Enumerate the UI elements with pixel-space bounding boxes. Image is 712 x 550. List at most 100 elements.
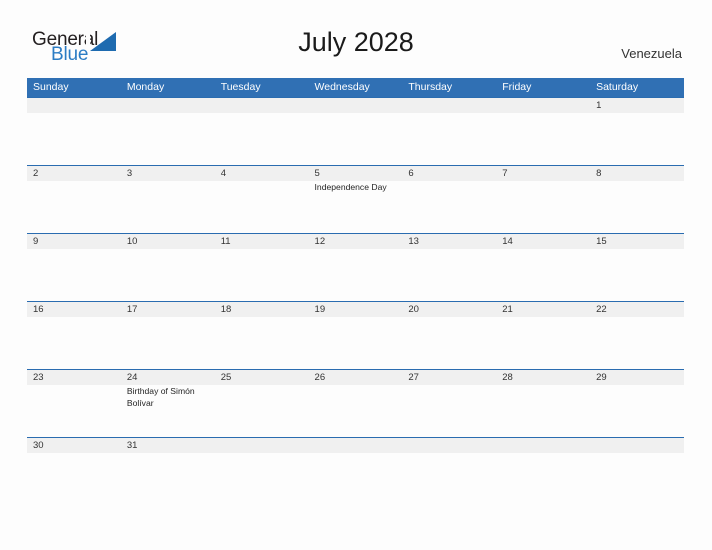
day-event — [309, 385, 403, 437]
weekday-header-saturday: Saturday — [596, 81, 639, 93]
day-number[interactable]: 11 — [215, 234, 309, 249]
day-event — [402, 113, 496, 165]
day-number[interactable] — [309, 98, 403, 113]
event-band — [27, 249, 684, 301]
day-number[interactable]: 31 — [121, 438, 215, 453]
page-title: July 2028 — [298, 27, 414, 57]
day-number[interactable] — [590, 438, 684, 453]
day-event — [590, 181, 684, 233]
day-number[interactable]: 19 — [309, 302, 403, 317]
day-number[interactable]: 6 — [402, 166, 496, 181]
weekday-header-thursday: Thursday — [408, 81, 453, 93]
day-number[interactable]: 4 — [215, 166, 309, 181]
day-number[interactable]: 9 — [27, 234, 121, 249]
day-number[interactable] — [496, 98, 590, 113]
day-number-band: 30 31 — [27, 438, 684, 453]
day-number[interactable]: 8 — [590, 166, 684, 181]
day-number[interactable]: 30 — [27, 438, 121, 453]
day-number[interactable]: 2 — [27, 166, 121, 181]
day-number-band: 9 10 11 12 13 14 15 — [27, 234, 684, 249]
day-number[interactable]: 24 — [121, 370, 215, 385]
day-number[interactable] — [215, 98, 309, 113]
calendar-grid: Sunday Monday Tuesday Wednesday Thursday… — [27, 78, 684, 474]
day-event — [121, 249, 215, 301]
day-number[interactable]: 20 — [402, 302, 496, 317]
day-event — [496, 453, 590, 474]
day-number[interactable]: 17 — [121, 302, 215, 317]
day-event — [27, 181, 121, 233]
day-number[interactable]: 1 — [590, 98, 684, 113]
event-band: Independence Day — [27, 181, 684, 233]
day-event — [215, 453, 309, 474]
day-event: Independence Day — [314, 182, 387, 192]
day-event — [309, 317, 403, 369]
day-number[interactable] — [402, 98, 496, 113]
day-number[interactable] — [121, 98, 215, 113]
day-number[interactable]: 22 — [590, 302, 684, 317]
day-number[interactable] — [215, 438, 309, 453]
day-number[interactable]: 18 — [215, 302, 309, 317]
weekday-header-row: Sunday Monday Tuesday Wednesday Thursday… — [27, 78, 684, 97]
day-number[interactable]: 3 — [121, 166, 215, 181]
day-event — [402, 181, 496, 233]
day-event — [121, 317, 215, 369]
day-number[interactable]: 12 — [309, 234, 403, 249]
day-number[interactable]: 21 — [496, 302, 590, 317]
day-event — [121, 181, 215, 233]
day-event — [215, 181, 309, 233]
day-event — [215, 249, 309, 301]
day-event — [590, 317, 684, 369]
day-number[interactable]: 10 — [121, 234, 215, 249]
day-event — [496, 181, 590, 233]
week-row: 1 — [27, 97, 684, 165]
day-event — [309, 113, 403, 165]
day-event — [402, 453, 496, 474]
day-number[interactable] — [402, 438, 496, 453]
day-number[interactable]: 5 — [309, 166, 403, 181]
week-row: 2 3 4 5 6 7 8 Independence Day — [27, 165, 684, 233]
event-band — [27, 113, 684, 165]
country-label: Venezuela — [621, 46, 682, 61]
day-event — [27, 113, 121, 165]
day-event — [590, 385, 684, 437]
day-event — [309, 453, 403, 474]
day-event — [496, 113, 590, 165]
week-row: 9 10 11 12 13 14 15 — [27, 233, 684, 301]
day-number[interactable]: 25 — [215, 370, 309, 385]
weekday-header-wednesday: Wednesday — [314, 81, 370, 93]
weekday-header-friday: Friday — [502, 81, 532, 93]
weekday-header-sunday: Sunday — [33, 81, 69, 93]
day-event — [215, 385, 309, 437]
day-event — [496, 249, 590, 301]
page-header: General Blue July 2028 Venezuela — [0, 0, 712, 76]
day-number[interactable] — [309, 438, 403, 453]
day-number-band: 2 3 4 5 6 7 8 — [27, 166, 684, 181]
day-number[interactable]: 27 — [402, 370, 496, 385]
day-number[interactable]: 16 — [27, 302, 121, 317]
day-number-band: 16 17 18 19 20 21 22 — [27, 302, 684, 317]
day-event — [590, 113, 684, 165]
day-event — [402, 317, 496, 369]
day-number[interactable]: 7 — [496, 166, 590, 181]
day-event — [590, 453, 684, 474]
day-number[interactable]: 26 — [309, 370, 403, 385]
day-event — [590, 249, 684, 301]
day-number[interactable] — [27, 98, 121, 113]
day-number[interactable]: 28 — [496, 370, 590, 385]
day-event — [496, 385, 590, 437]
day-number[interactable]: 13 — [402, 234, 496, 249]
day-number[interactable]: 15 — [590, 234, 684, 249]
day-number[interactable]: 23 — [27, 370, 121, 385]
week-row: 23 24 25 26 27 28 29 Birthday of Simón B… — [27, 369, 684, 437]
day-number-band: 1 — [27, 98, 684, 113]
weekday-header-tuesday: Tuesday — [220, 81, 261, 93]
day-event — [27, 385, 121, 437]
event-band — [27, 317, 684, 369]
day-event — [27, 317, 121, 369]
day-number[interactable]: 29 — [590, 370, 684, 385]
week-row: 30 31 — [27, 437, 684, 474]
day-number[interactable]: 14 — [496, 234, 590, 249]
day-event — [402, 249, 496, 301]
day-number[interactable] — [496, 438, 590, 453]
event-band — [27, 453, 684, 474]
